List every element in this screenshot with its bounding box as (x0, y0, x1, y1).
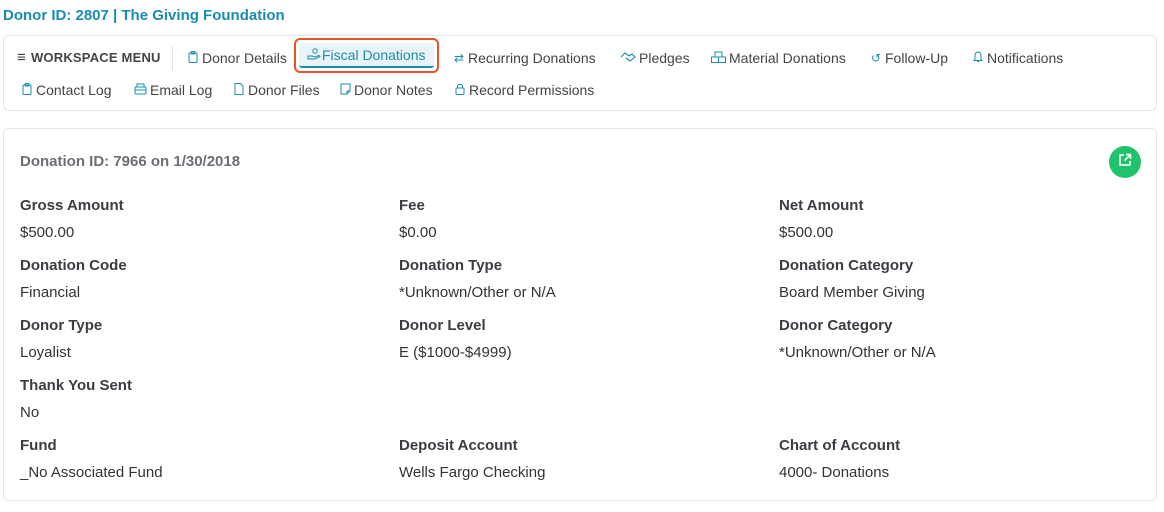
field-value: $500.00 (20, 224, 75, 241)
tab-donor-details[interactable]: Donor Details (187, 50, 287, 66)
field-deposit-account: Deposit Account Wells Fargo Checking (399, 437, 545, 481)
field-value: $0.00 (399, 224, 437, 241)
field-label: Donation Type (399, 257, 503, 274)
menu-divider (172, 46, 173, 70)
workspace-menu-label: WORKSPACE MENU (30, 50, 161, 65)
field-value: *Unknown/Other or N/A (779, 344, 936, 361)
tab-donor-files[interactable]: Donor Files (233, 82, 320, 98)
lock-icon (454, 83, 466, 98)
field-chart-of-account: Chart of Account 4000- Donations (779, 437, 900, 481)
field-value: _No Associated Fund (20, 464, 163, 481)
tab-label: Donor Details (202, 50, 287, 66)
tab-recurring-donations[interactable]: ⇄ Recurring Donations (453, 50, 596, 66)
tab-label: Contact Log (36, 82, 112, 98)
mail-box-icon (134, 83, 147, 98)
tab-label: Recurring Donations (468, 50, 596, 66)
hand-coin-icon (307, 47, 321, 63)
field-label: Net Amount (779, 197, 864, 214)
page-title: Donor ID: 2807 | The Giving Foundation (3, 7, 285, 24)
tab-label: Pledges (639, 50, 690, 66)
donation-detail-card: Donation ID: 7966 on 1/30/2018 Gross Amo… (3, 128, 1157, 501)
field-label: Donor Type (20, 317, 103, 334)
field-value: 4000- Donations (779, 464, 890, 481)
clipboard-icon (21, 82, 33, 98)
tab-notifications[interactable]: Notifications (972, 50, 1063, 66)
donation-title: Donation ID: 7966 on 1/30/2018 (20, 153, 241, 170)
tab-donor-notes[interactable]: Donor Notes (339, 82, 433, 98)
field-value: Wells Fargo Checking (399, 464, 546, 481)
handshake-icon (620, 51, 636, 66)
field-donor-level: Donor Level E ($1000-$4999) (399, 317, 512, 361)
open-external-button[interactable] (1109, 146, 1141, 178)
tab-label: Follow-Up (885, 50, 949, 66)
tab-label: Record Permissions (469, 82, 595, 98)
tab-record-permissions[interactable]: Record Permissions (454, 82, 594, 98)
tab-pledges[interactable]: Pledges (620, 50, 690, 66)
field-value: No (20, 404, 40, 421)
field-donation-code: Donation Code Financial (20, 257, 127, 301)
field-fund: Fund _No Associated Fund (20, 437, 163, 481)
field-label: Donor Category (779, 317, 893, 334)
field-value: Board Member Giving (779, 284, 925, 301)
field-label: Donor Level (399, 317, 486, 334)
field-label: Fund (20, 437, 57, 454)
field-value: Loyalist (20, 344, 71, 361)
field-label: Deposit Account (399, 437, 518, 454)
tab-label: Material Donations (729, 50, 846, 66)
tab-label: Fiscal Donations (322, 47, 426, 63)
workspace-menu: ≡ WORKSPACE MENU Donor Details Fiscal Do… (3, 35, 1157, 111)
field-value: $500.00 (779, 224, 834, 241)
tab-label: Notifications (987, 50, 1064, 66)
field-label: Fee (399, 197, 425, 214)
hamburger-icon: ≡ (17, 49, 26, 66)
field-donation-category: Donation Category Board Member Giving (779, 257, 925, 301)
field-donation-type: Donation Type *Unknown/Other or N/A (399, 257, 556, 301)
field-value: Financial (20, 284, 81, 301)
clipboard-icon (187, 50, 199, 66)
file-icon (233, 82, 245, 98)
field-label: Gross Amount (20, 197, 124, 214)
tab-material-donations[interactable]: Material Donations (711, 50, 846, 66)
tab-email-log[interactable]: Email Log (134, 82, 212, 98)
field-thank-you-sent: Thank You Sent No (20, 377, 132, 421)
history-icon: ↺ (870, 51, 882, 65)
workspace-menu-toggle[interactable]: ≡ WORKSPACE MENU (17, 49, 161, 66)
field-label: Donation Code (20, 257, 127, 274)
tab-label: Donor Files (248, 82, 320, 98)
field-value: E ($1000-$4999) (399, 344, 512, 361)
field-donor-type: Donor Type Loyalist (20, 317, 102, 361)
tab-contact-log[interactable]: Contact Log (21, 82, 112, 98)
tab-follow-up[interactable]: ↺ Follow-Up (870, 50, 948, 66)
field-gross-amount: Gross Amount $500.00 (20, 197, 124, 241)
note-icon (339, 83, 351, 98)
tab-fiscal-donations[interactable]: Fiscal Donations (294, 38, 439, 73)
field-label: Thank You Sent (20, 377, 132, 394)
field-fee: Fee $0.00 (399, 197, 437, 241)
field-donor-category: Donor Category *Unknown/Other or N/A (779, 317, 936, 361)
boxes-icon (711, 51, 726, 66)
field-net-amount: Net Amount $500.00 (779, 197, 863, 241)
tab-label: Donor Notes (354, 82, 433, 98)
field-label: Donation Category (779, 257, 914, 274)
field-value: *Unknown/Other or N/A (399, 284, 556, 301)
external-link-icon (1118, 153, 1132, 172)
bell-icon (972, 50, 984, 66)
tab-label: Email Log (150, 82, 213, 98)
sync-icon: ⇄ (453, 51, 465, 65)
field-label: Chart of Account (779, 437, 901, 454)
